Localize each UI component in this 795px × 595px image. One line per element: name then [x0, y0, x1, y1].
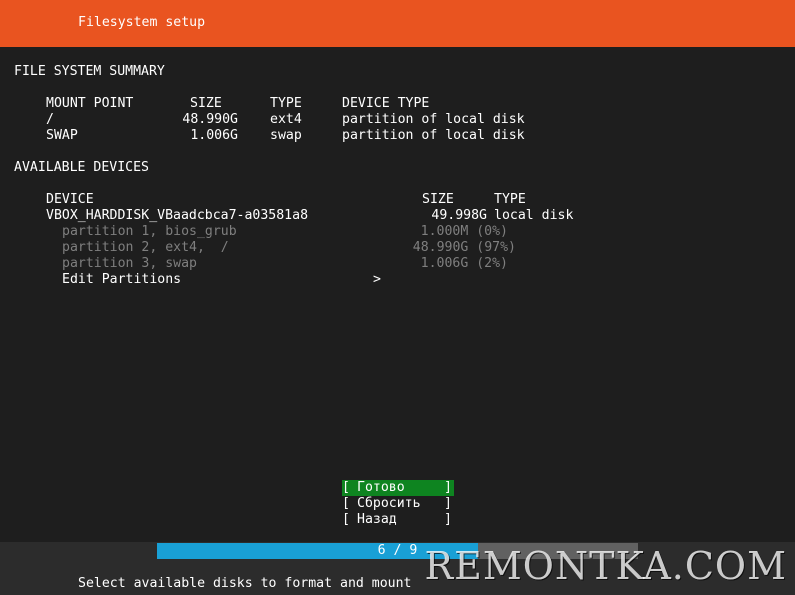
reset-button-label: Сбросить [357, 496, 421, 511]
partition-size: 1.000M (0%) [420, 224, 508, 239]
status-text: Select available disks to format and mou… [78, 576, 412, 591]
summary-cell-type: ext4 [270, 112, 302, 127]
summary-column-mount-point: MOUNT POINT [46, 96, 134, 111]
summary-cell-mount: SWAP [46, 128, 78, 143]
bracket-left: [ [342, 496, 350, 511]
summary-cell-device-type: partition of local disk [342, 112, 525, 127]
summary-heading: FILE SYSTEM SUMMARY [14, 64, 165, 79]
bracket-right: ] [444, 496, 452, 511]
reset-button[interactable]: [ Сбросить ] [342, 496, 454, 512]
summary-cell-size: 48.990G [182, 112, 238, 127]
back-button[interactable]: [ Назад ] [342, 512, 454, 528]
done-button-label: Готово [357, 480, 405, 495]
bracket-right: ] [444, 512, 452, 527]
partition-size: 1.006G (2%) [420, 256, 508, 271]
partition-name: partition 2, ext4, / [62, 240, 229, 255]
summary-column-type: TYPE [270, 96, 302, 111]
partition-name: partition 3, swap [62, 256, 197, 271]
partition-size: 48.990G (97%) [412, 240, 516, 255]
disk-type: local disk [494, 208, 574, 223]
partition-name: partition 1, bios_grub [62, 224, 237, 239]
done-button[interactable]: [ Готово ] [342, 480, 454, 496]
summary-cell-size: 1.006G [190, 128, 238, 143]
devices-column-device: DEVICE [46, 192, 94, 207]
summary-column-size: SIZE [190, 96, 222, 111]
disk-size: 49.998G [431, 208, 487, 223]
devices-column-size: SIZE [422, 192, 454, 207]
watermark: REMONTKA.COM [424, 544, 787, 588]
devices-heading: AVAILABLE DEVICES [14, 160, 149, 175]
back-button-label: Назад [357, 512, 397, 527]
bracket-right: ] [444, 480, 452, 495]
header-bar: Filesystem setup [0, 0, 795, 47]
summary-cell-mount: / [46, 112, 54, 127]
disk-name[interactable]: VBOX_HARDDISK_VBaadcbca7-a03581a8 [46, 208, 308, 224]
bracket-left: [ [342, 480, 350, 495]
summary-column-device-type: DEVICE TYPE [342, 96, 430, 111]
page-title: Filesystem setup [78, 15, 206, 30]
summary-cell-type: swap [270, 128, 302, 143]
bracket-left: [ [342, 512, 350, 527]
chevron-right-icon[interactable]: > [373, 272, 381, 288]
summary-cell-device-type: partition of local disk [342, 128, 525, 143]
devices-column-type: TYPE [494, 192, 526, 207]
edit-partitions-label[interactable]: Edit Partitions [62, 272, 181, 288]
